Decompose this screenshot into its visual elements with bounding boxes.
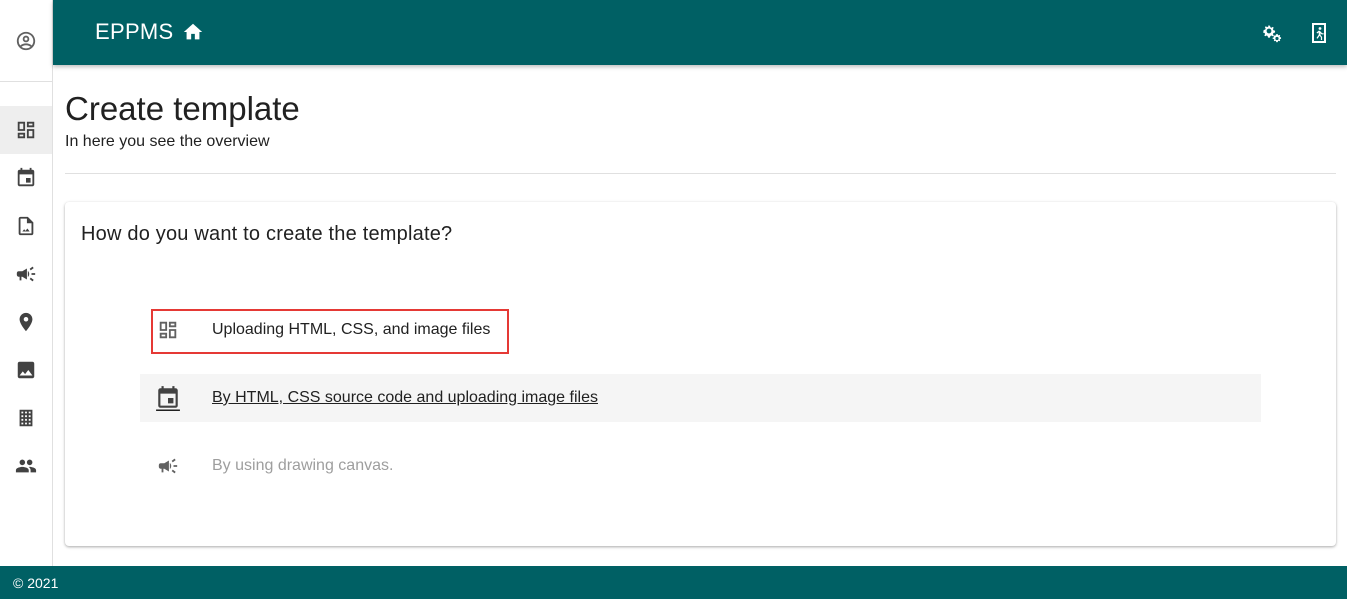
option-drawing-canvas[interactable]: By using drawing canvas. [140,442,1261,490]
building-icon [19,409,33,427]
home-icon [183,23,202,40]
option-source-code[interactable]: By HTML, CSS source code and uploading i… [140,374,1261,422]
nav-item-buildings[interactable] [0,394,52,442]
logout-button[interactable] [1307,20,1333,46]
option-upload-files[interactable]: Uploading HTML, CSS, and image files [140,306,1261,354]
campaign-icon [158,458,178,474]
option-label: By using drawing canvas. [212,457,394,474]
header-divider [65,173,1336,174]
side-nav-rail [0,0,53,566]
settings-gears-icon [1263,25,1282,43]
image-icon [17,361,35,379]
nav-item-images[interactable] [0,346,52,394]
nav-item-locations[interactable] [0,298,52,346]
settings-button[interactable] [1259,20,1285,46]
option-icon [140,442,196,490]
copyright-text: © 2021 [13,574,59,591]
account-button[interactable] [0,0,52,82]
image-file-icon [18,216,34,236]
event-icon [17,167,35,187]
dashboard-icon [159,321,177,339]
event-icon [156,386,180,411]
footer: © 2021 [0,566,1347,599]
dashboard-icon [17,121,35,139]
exit-door-icon [1312,23,1326,43]
nav-item-users[interactable] [0,442,52,490]
create-template-card: How do you want to create the template? … [65,202,1336,546]
people-icon [15,459,37,473]
option-label: Uploading HTML, CSS, and image files [212,321,491,338]
card-title: How do you want to create the template? [81,223,453,245]
account-circle-icon [16,31,36,50]
option-label: By HTML, CSS source code and uploading i… [212,389,598,406]
brand-home-link[interactable]: EPPMS [95,19,204,45]
app-bar: EPPMS [53,0,1347,65]
brand-title: EPPMS [95,19,174,44]
nav-item-campaigns[interactable] [0,250,52,298]
campaign-icon [16,266,36,282]
page-subtitle: In here you see the overview [65,133,270,150]
place-icon [19,312,33,332]
nav-item-dashboard[interactable] [0,106,52,154]
page-title: Create template [65,90,300,127]
nav-item-events[interactable] [0,154,52,202]
nav-item-image-files[interactable] [0,202,52,250]
option-icon [140,306,196,354]
option-icon [140,374,196,422]
